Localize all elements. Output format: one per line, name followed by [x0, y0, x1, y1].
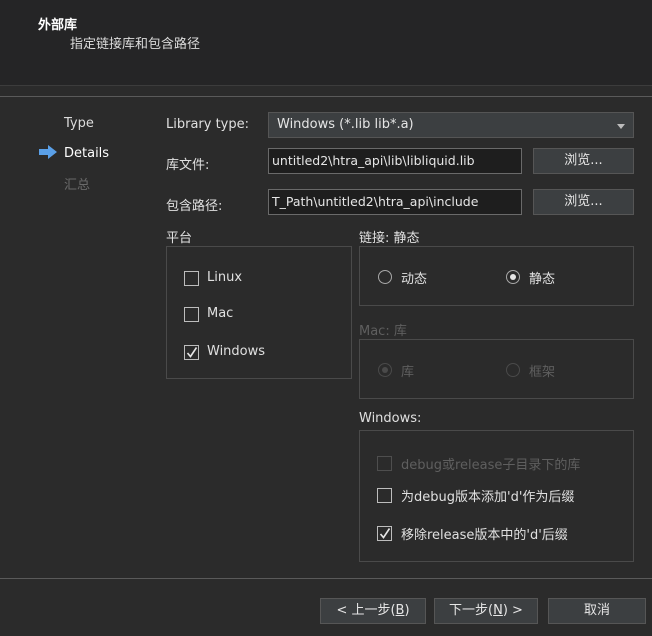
- next-button-label: 下一步(: [449, 603, 494, 618]
- include-path-input[interactable]: T_Path\untitled2\htra_api\include: [268, 189, 522, 215]
- mac-label: Mac: [207, 306, 234, 321]
- step-type: Type: [64, 116, 94, 131]
- mac-lib-radio: [378, 363, 392, 377]
- mac-checkbox[interactable]: [184, 307, 199, 322]
- add-d-suffix-checkbox[interactable]: [377, 488, 392, 503]
- wizard-header: 外部库 指定链接库和包含路径: [0, 0, 652, 86]
- divider-top: [0, 96, 652, 97]
- remove-d-suffix-checkbox[interactable]: [377, 526, 392, 541]
- page-title: 外部库: [38, 18, 78, 33]
- arrow-right-icon: [39, 145, 57, 159]
- browse-include-button[interactable]: 浏览...: [533, 189, 634, 215]
- mac-lib-label: 库: [401, 365, 415, 380]
- chevron-down-icon: [617, 124, 625, 129]
- dynamic-label: 动态: [401, 272, 428, 287]
- dynamic-radio[interactable]: [378, 270, 392, 284]
- next-button-label-end: ) >: [502, 603, 523, 618]
- windows-options-title: Windows:: [359, 411, 422, 426]
- browse-lib-button[interactable]: 浏览...: [533, 148, 634, 174]
- debug-release-subdir-label: debug或release子目录下的库: [401, 458, 581, 473]
- lib-file-input[interactable]: untitled2\htra_api\lib\libliquid.lib: [268, 148, 522, 174]
- cancel-button[interactable]: 取消: [548, 598, 646, 624]
- back-button-label: < 上一步(: [336, 603, 396, 618]
- mac-title: Mac: 库: [359, 324, 407, 339]
- static-radio[interactable]: [506, 270, 520, 284]
- next-button[interactable]: 下一步(N) >: [434, 598, 538, 624]
- add-d-suffix-label: 为debug版本添加'd'作为后缀: [401, 490, 575, 505]
- lib-file-label: 库文件:: [166, 158, 210, 173]
- linkage-title: 链接: 静态: [359, 231, 420, 246]
- step-summary: 汇总: [64, 178, 91, 193]
- divider-bottom: [0, 578, 652, 579]
- remove-d-suffix-label: 移除release版本中的'd'后缀: [401, 528, 568, 543]
- mac-framework-label: 框架: [529, 365, 556, 380]
- static-label: 静态: [529, 272, 556, 287]
- platform-title: 平台: [166, 231, 193, 246]
- mac-framework-radio: [506, 363, 520, 377]
- include-path-label: 包含路径:: [166, 199, 223, 214]
- linux-checkbox[interactable]: [184, 271, 199, 286]
- windows-checkbox[interactable]: [184, 345, 199, 360]
- library-type-select[interactable]: Windows (*.lib lib*.a): [268, 112, 634, 138]
- checkmark-icon: [186, 347, 198, 358]
- step-details: Details: [64, 146, 110, 161]
- page-subtitle: 指定链接库和包含路径: [70, 37, 201, 52]
- back-button-label-end: ): [404, 603, 410, 618]
- library-type-label: Library type:: [166, 117, 250, 132]
- linux-label: Linux: [207, 270, 243, 285]
- debug-release-subdir-checkbox: [377, 456, 392, 471]
- windows-label: Windows: [207, 344, 266, 359]
- back-button[interactable]: < 上一步(B): [320, 598, 426, 624]
- checkmark-icon: [379, 528, 391, 539]
- next-button-shortcut: N: [493, 603, 503, 618]
- library-type-value: Windows (*.lib lib*.a): [277, 117, 414, 132]
